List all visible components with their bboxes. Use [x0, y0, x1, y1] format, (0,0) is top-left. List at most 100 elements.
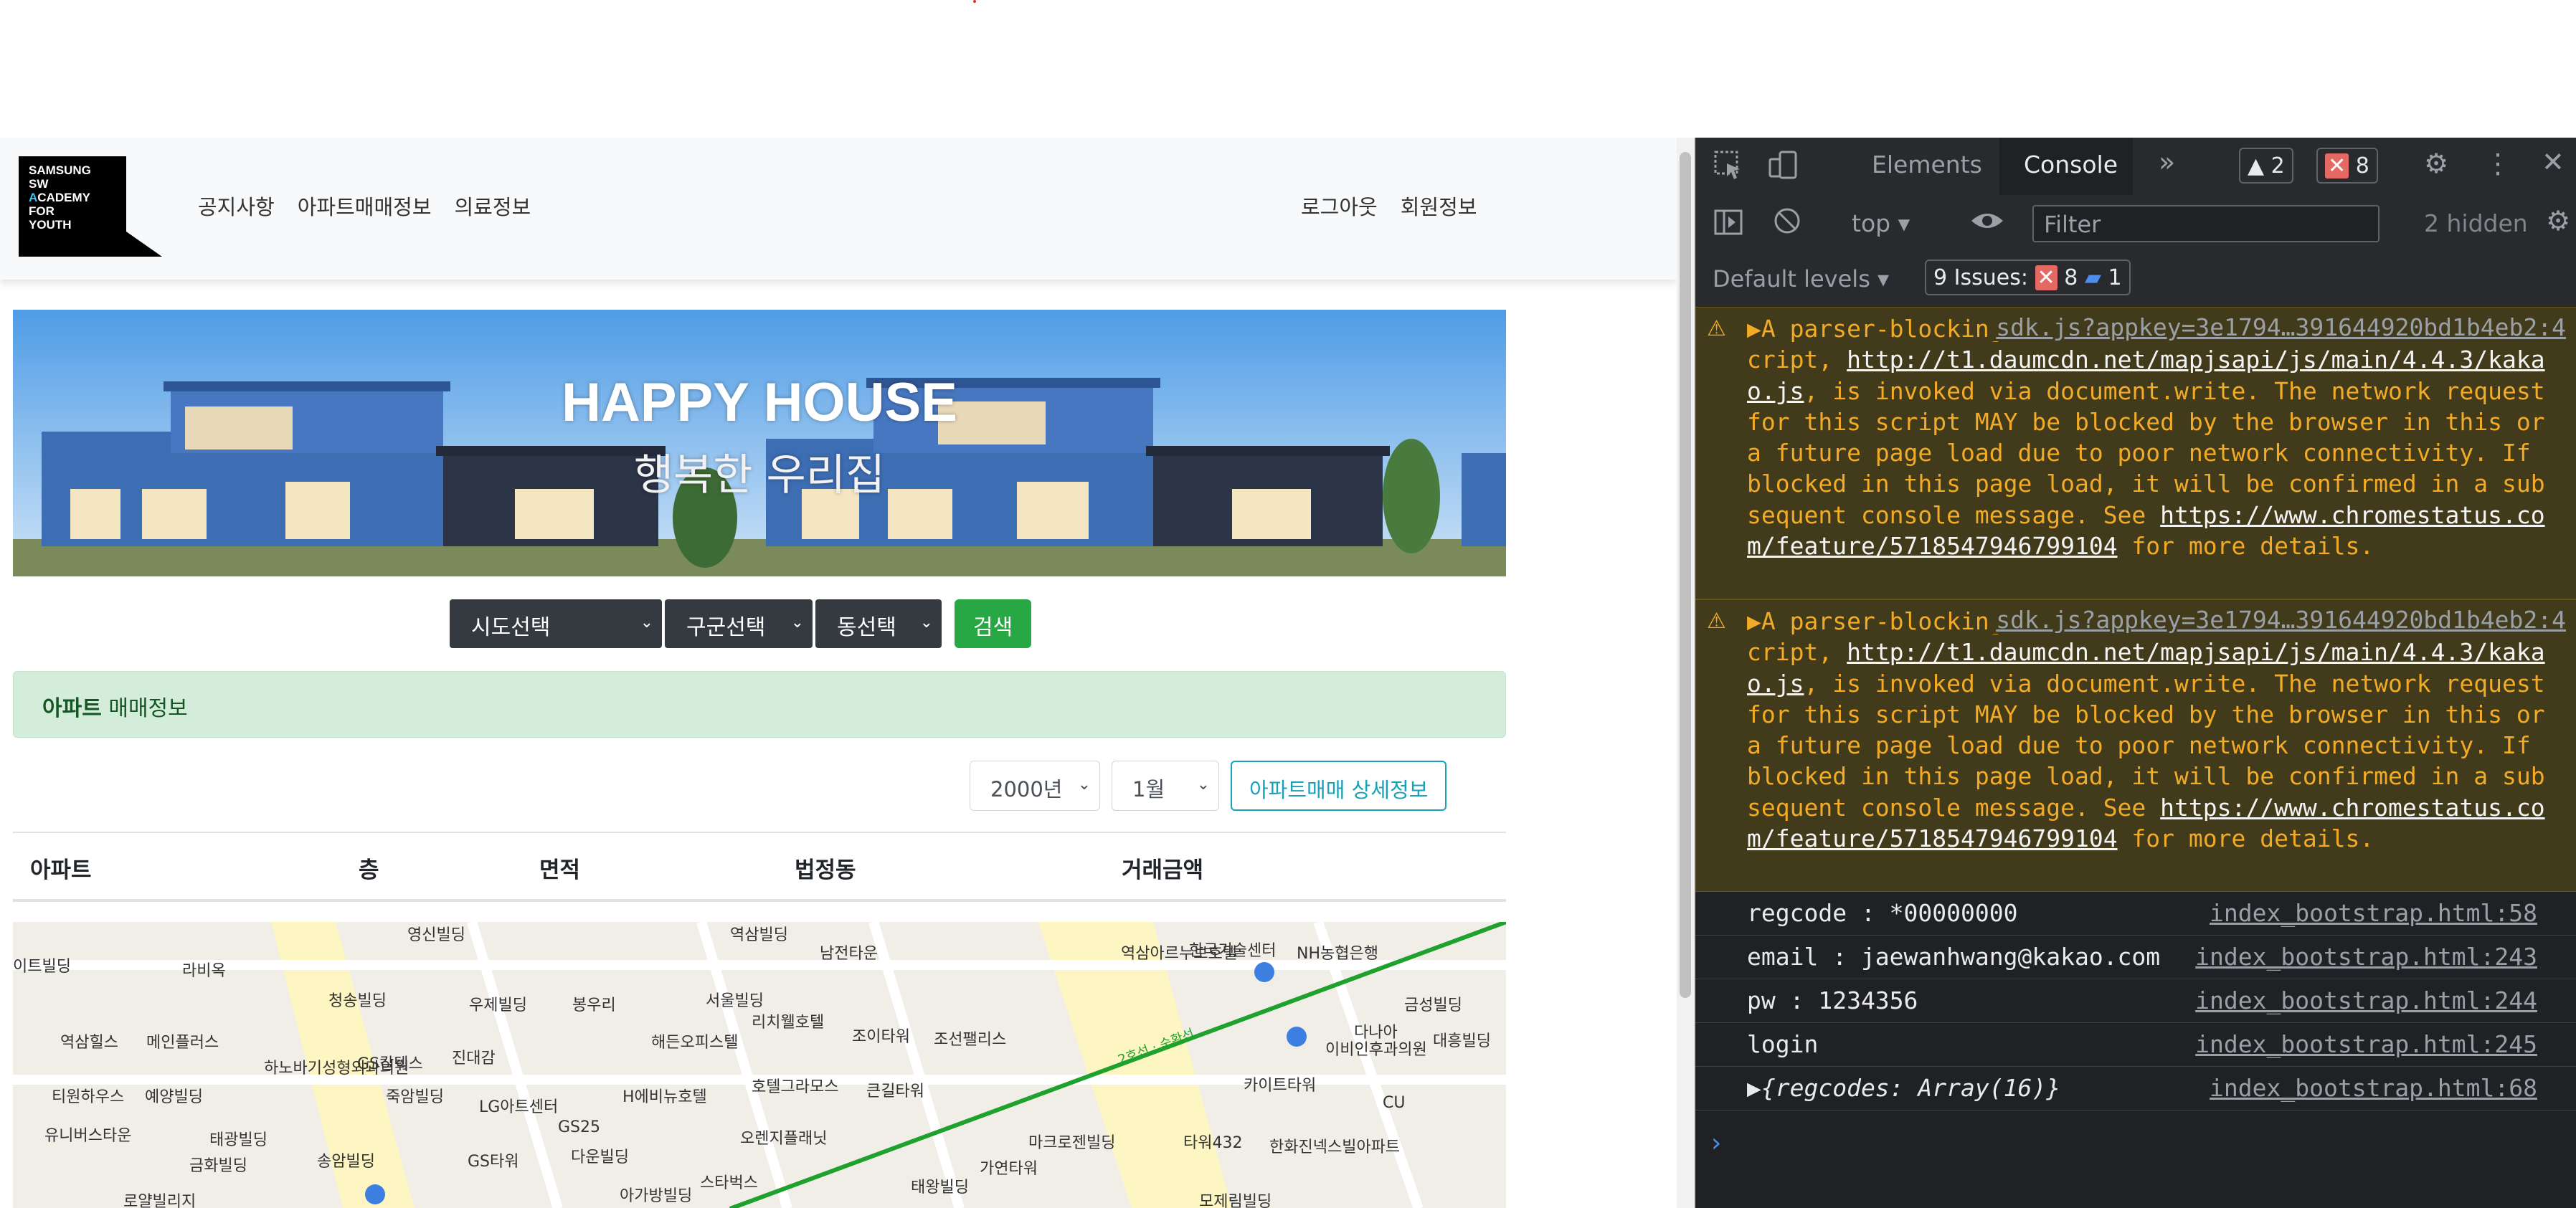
warning-icon: ⚠ — [1707, 316, 1726, 341]
map-label: 로얄빌리지 — [123, 1193, 196, 1208]
device-toolbar-icon[interactable] — [1767, 149, 1799, 187]
context-select[interactable]: top ▾ — [1852, 209, 1910, 237]
issues-button[interactable]: 9 Issues: ✕ 8 ▰ 1 — [1925, 260, 2131, 295]
nav-apt-trade[interactable]: 아파트매매정보 — [298, 191, 432, 221]
samsung-academy-logo[interactable]: SAMSUNG SW ACADEMY FOR YOUTH — [19, 156, 162, 257]
nav-logout[interactable]: 로그아웃 — [1301, 191, 1378, 221]
map-label: 남전타운 — [820, 945, 878, 963]
map-label: H에비뉴호텔 — [622, 1088, 707, 1106]
map-label: 오렌지플래닛 — [740, 1130, 828, 1148]
hero-title: HAPPY HOUSE — [562, 372, 957, 433]
map-label: 호텔그라모스 — [752, 1078, 839, 1096]
warning-source-link[interactable]: sdk.js?appkey=3e1794…391644920bd1b4eb2:4 — [1990, 313, 2566, 341]
map-label: GS칼텍스 — [357, 1055, 423, 1073]
map-label: 티원하우스 — [52, 1088, 125, 1106]
month-select[interactable]: 1월 ⌄ — [1112, 761, 1219, 811]
map-label: 카이트타워 — [1244, 1077, 1317, 1095]
live-expression-eye-icon[interactable] — [1969, 205, 2005, 243]
log-source-link[interactable]: index_bootstrap.html:245 — [2195, 1030, 2537, 1058]
sido-select[interactable]: 시도선택 ⌄ — [450, 599, 662, 648]
map-label: 송암빌딩 — [317, 1153, 375, 1171]
log-source-link[interactable]: index_bootstrap.html:244 — [2195, 986, 2537, 1014]
log-message: email : jaewanhwang@kakao.com — [1747, 943, 2161, 971]
nav-notice[interactable]: 공지사항 — [198, 191, 275, 221]
map-label: NH농협은행 — [1297, 945, 1378, 963]
map-label: 메인플러스 — [146, 1034, 219, 1052]
console-warning[interactable]: ⚠ ▶A parser-blocking, cross site (i.e. d… — [1695, 307, 2576, 599]
map-label: 태광빌딩 — [209, 1131, 267, 1149]
hidden-count: 2 hidden — [2424, 209, 2528, 237]
log-source-link[interactable]: index_bootstrap.html:58 — [2210, 899, 2537, 927]
console-filter-input[interactable]: Filter — [2032, 205, 2380, 242]
settings-gear-icon[interactable]: ⚙ — [2424, 148, 2448, 179]
search-button[interactable]: 검색 — [955, 599, 1032, 648]
col-apartment: 아파트 — [30, 857, 92, 883]
console-warning[interactable]: ⚠ ▶A parser-blocking, cross site (i.e. d… — [1695, 599, 2576, 892]
map-label: 진대감 — [452, 1050, 496, 1067]
issues-info-icon: ▰ — [2084, 265, 2101, 290]
map-label: 큰길타워 — [866, 1083, 924, 1100]
tab-elements[interactable]: Elements — [1872, 151, 1982, 179]
col-floor: 층 — [359, 857, 379, 883]
top-blank-area — [0, 0, 2576, 138]
warning-icon: ⚠ — [1707, 609, 1726, 634]
warnings-badge[interactable]: ▲ 2 — [2239, 148, 2293, 184]
nav-member-info[interactable]: 회원정보 — [1401, 191, 1477, 221]
kakao-map[interactable]: 영신빌딩 역삼빌딩 남전타운 역삼아르누보호텔 한국기술센터 NH농협은행 이트… — [13, 922, 1506, 1208]
console-log-row[interactable]: ▶{regcodes: Array(16)} index_bootstrap.h… — [1695, 1067, 2576, 1110]
console-log-row: email : jaewanhwang@kakao.com index_boot… — [1695, 936, 2576, 979]
apt-detail-button[interactable]: 아파트매매 상세정보 — [1231, 761, 1447, 811]
page-scrollbar[interactable] — [1677, 138, 1694, 1208]
log-source-link[interactable]: index_bootstrap.html:243 — [2195, 943, 2537, 971]
dong-select[interactable]: 동선택 ⌄ — [815, 599, 942, 648]
year-select[interactable]: 2000년 ⌄ — [970, 761, 1100, 811]
log-source-link[interactable]: index_bootstrap.html:68 — [2210, 1074, 2537, 1102]
clear-console-icon[interactable] — [1771, 205, 1803, 243]
sido-select-value: 시도선택 — [471, 615, 551, 640]
warning-text-post: for more details. — [2117, 824, 2374, 853]
map-label: GS25 — [558, 1118, 601, 1136]
caret-down-icon: ▾ — [1898, 209, 1910, 237]
map-label: 모제림빌딩 — [1199, 1193, 1272, 1208]
map-label: 대흥빌딩 — [1433, 1032, 1491, 1050]
devtools-panel: Elements Console » ▲ 2 ✕ 8 ⚙ ⋮ ✕ top ▾ F… — [1695, 138, 2576, 1208]
errors-badge[interactable]: ✕ 8 — [2316, 148, 2378, 184]
month-select-value: 1월 — [1132, 777, 1165, 802]
map-label: CU — [1383, 1094, 1406, 1112]
map-label: 봉우리 — [572, 997, 616, 1014]
logo-text: SAMSUNG SW ACADEMY FOR YOUTH — [29, 163, 91, 232]
chevron-down-icon: ⌄ — [1077, 776, 1091, 794]
console-log-row: regcode : *00000000 index_bootstrap.html… — [1695, 892, 2576, 936]
scrollbar-thumb[interactable] — [1680, 152, 1691, 998]
tab-console[interactable]: Console — [2024, 151, 2118, 179]
kebab-menu-icon[interactable]: ⋮ — [2484, 148, 2511, 179]
chevron-down-icon: ⌄ — [790, 614, 804, 632]
col-area: 면적 — [539, 857, 581, 883]
year-select-value: 2000년 — [990, 777, 1063, 802]
log-levels-select[interactable]: Default levels ▾ — [1713, 265, 1889, 293]
map-label: 조선팰리스 — [934, 1031, 1007, 1049]
navbar: SAMSUNG SW ACADEMY FOR YOUTH 공지사항 아파트매매정보 의료… — [0, 138, 1677, 280]
nav-medical[interactable]: 의료정보 — [455, 191, 531, 221]
gugun-select[interactable]: 구군선택 ⌄ — [665, 599, 813, 648]
sidebar-toggle-icon[interactable] — [1713, 206, 1744, 244]
nav-right: 로그아웃 회원정보 — [1301, 191, 1477, 221]
table-header: 아파트 층 면적 법정동 거래금액 — [13, 832, 1506, 902]
warning-source-link[interactable]: sdk.js?appkey=3e1794…391644920bd1b4eb2:4 — [1990, 606, 2566, 634]
console-settings-gear-icon[interactable]: ⚙ — [2546, 205, 2570, 237]
map-label: 스타벅스 — [700, 1174, 758, 1192]
warning-text-post: for more details. — [2117, 532, 2374, 561]
inspect-element-icon[interactable] — [1713, 149, 1744, 187]
map-label: 역삼힐스 — [60, 1034, 118, 1052]
more-tabs-icon[interactable]: » — [2159, 146, 2175, 178]
map-label: 금화빌딩 — [189, 1157, 247, 1175]
map-label: 영신빌딩 — [407, 926, 465, 944]
console-prompt-icon[interactable]: › — [1711, 1128, 1721, 1158]
console-levels-bar: Default levels ▾ 9 Issues: ✕ 8 ▰ 1 — [1695, 252, 2576, 308]
close-icon[interactable]: ✕ — [2542, 146, 2565, 178]
alert-bold-text: 아파트 — [42, 696, 102, 721]
hero-banner: HAPPY HOUSE 행복한 우리집 — [13, 310, 1506, 576]
log-object-message[interactable]: ▶{regcodes: Array(16)} — [1747, 1074, 2060, 1102]
nav-left: 공지사항 아파트매매정보 의료정보 — [198, 191, 531, 221]
map-label: 유니버스타운 — [44, 1127, 132, 1145]
